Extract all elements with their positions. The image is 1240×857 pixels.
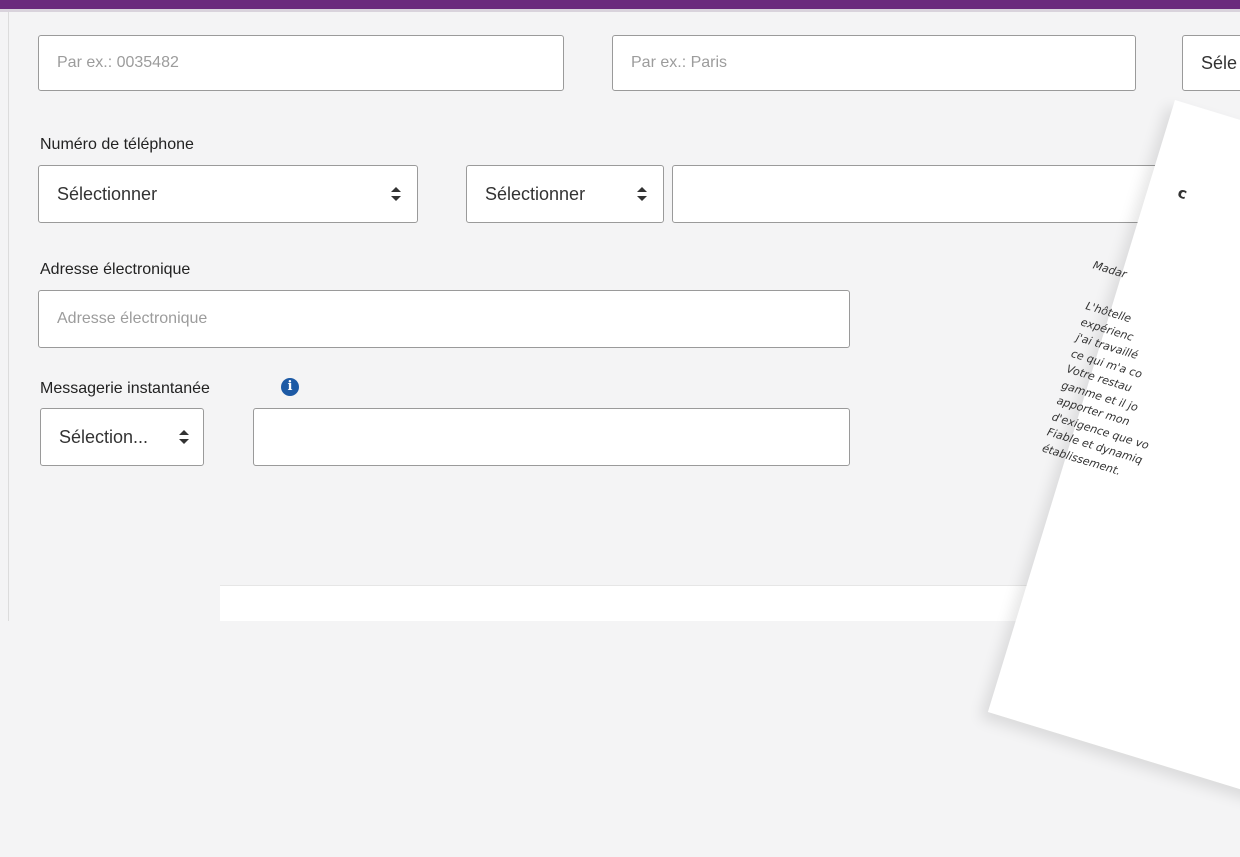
messenger-type-select-value: Sélection... — [59, 426, 149, 447]
phone-type-select-value: Sélectionner — [57, 183, 158, 204]
city-input[interactable] — [612, 35, 1136, 91]
top-accent-bar — [0, 0, 1240, 9]
letter-heading: c — [1175, 183, 1190, 204]
bottom-panel-title-fragment — [242, 612, 248, 635]
messenger-type-select[interactable]: Sélection... — [40, 408, 204, 466]
phone-country-code-select[interactable]: Sélectionner — [466, 165, 664, 223]
letter-greeting: Madar — [1091, 258, 1129, 282]
country-select[interactable]: Séle — [1182, 35, 1240, 91]
letter-body: L'hôtelle expérienc j'ai travaillé ce qu… — [1040, 298, 1240, 608]
info-icon[interactable]: i — [281, 378, 299, 396]
phone-country-code-value: Sélectionner — [485, 183, 586, 204]
left-divider — [8, 12, 9, 621]
country-select-value: Séle — [1201, 52, 1238, 73]
sort-arrows-icon — [637, 187, 647, 201]
email-label: Adresse électronique — [40, 261, 191, 278]
messenger-handle-input[interactable] — [253, 408, 850, 466]
phone-label: Numéro de téléphone — [40, 136, 194, 153]
sort-arrows-icon — [179, 430, 189, 444]
phone-type-select[interactable]: Sélectionner — [38, 165, 418, 223]
top-bar-shadow — [0, 9, 1240, 12]
messenger-label: Messagerie instantanée — [40, 380, 210, 397]
postal-code-input[interactable] — [38, 35, 564, 91]
sort-arrows-icon — [391, 187, 401, 201]
email-input[interactable] — [38, 290, 850, 348]
